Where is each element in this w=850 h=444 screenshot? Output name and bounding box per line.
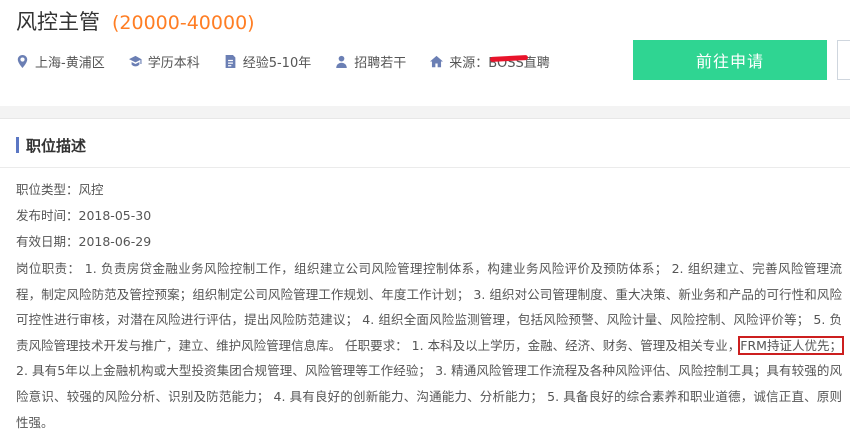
job-type: 职位类型：风控 — [16, 182, 104, 197]
job-description-panel: 职位描述 职位类型：风控 发布时间：2018-05-30 有效日期：2018-0… — [0, 118, 850, 444]
highlighted-requirement: FRM持证人优先； — [738, 335, 844, 355]
apply-button[interactable]: 前往申请 — [633, 40, 827, 80]
job-meta: 上海-黄浦区 学历本科 经验5-10年 招聘若干 来源： BOSS直聘 — [16, 50, 574, 72]
meta-headcount: 招聘若干 — [335, 52, 406, 71]
section-divider — [0, 167, 850, 168]
document-icon — [225, 54, 236, 68]
section-title: 职位描述 — [26, 136, 87, 155]
section-accent-bar — [16, 137, 19, 153]
education-text: 学历本科 — [147, 55, 200, 71]
experience-text: 经验5-10年 — [242, 55, 312, 71]
job-duties: 岗位职责： 1. 负责房贷金融业务风险控制工作，组织建立公司风险管理控制体系，构… — [16, 256, 844, 435]
meta-experience: 经验5-10年 — [224, 52, 312, 71]
secondary-button[interactable] — [837, 40, 850, 80]
meta-location: 上海-黄浦区 — [16, 52, 105, 71]
duties-text-after: 2. 具有5年以上金融机构或大型投资集团合规管理、风险管理等工作经验； 3. 精… — [16, 363, 842, 430]
headcount-text: 招聘若干 — [354, 55, 407, 71]
location-text: 上海-黄浦区 — [35, 55, 105, 71]
graduation-cap-icon — [128, 55, 142, 66]
source-value-wrap: BOSS直聘 — [488, 52, 550, 71]
valid-date: 有效日期：2018-06-29 — [16, 234, 152, 249]
location-pin-icon — [17, 54, 28, 68]
person-icon — [336, 55, 348, 68]
section-header: 职位描述 — [16, 135, 86, 155]
job-title: 风控主管 — [16, 10, 100, 34]
salary-range: (20000-40000) — [112, 12, 255, 34]
meta-education: 学历本科 — [128, 52, 200, 71]
job-header: 风控主管 (20000-40000) 上海-黄浦区 学历本科 经验5-10年 招… — [0, 0, 850, 106]
title-row: 风控主管 (20000-40000) — [16, 6, 255, 36]
source-label: 来源： — [449, 55, 489, 71]
duties-text-before: 岗位职责： 1. 负责房贷金融业务风险控制工作，组织建立公司风险管理控制体系，构… — [16, 261, 842, 353]
meta-source: 来源： BOSS直聘 — [430, 52, 550, 71]
home-icon — [430, 55, 444, 67]
publish-date: 发布时间：2018-05-30 — [16, 208, 152, 223]
